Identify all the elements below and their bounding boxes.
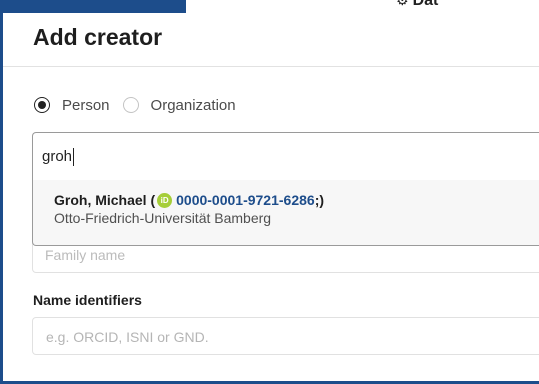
orcid-icon: iD xyxy=(157,192,173,208)
gear-icon: ⚙ xyxy=(396,0,409,8)
suggestion-orcid-id: 0000-0001-9721-6286 xyxy=(176,192,315,208)
add-creator-modal: Add creator Person Organization groh Fam… xyxy=(3,13,539,381)
suggestion-affiliation: Otto-Friedrich-Universität Bamberg xyxy=(54,210,272,226)
creator-type-radio-group: Person Organization xyxy=(34,95,249,115)
name-identifiers-label: Name identifiers xyxy=(33,292,142,308)
creator-search-input[interactable]: groh xyxy=(32,132,539,180)
organization-radio-label[interactable]: Organization xyxy=(151,97,236,114)
person-radio-label[interactable]: Person xyxy=(62,97,110,114)
background-header: ⚙ Dat xyxy=(183,0,539,14)
search-input-value: groh xyxy=(42,148,73,165)
family-name-placeholder: Family name xyxy=(45,247,126,263)
organization-radio[interactable] xyxy=(122,97,139,113)
person-radio[interactable] xyxy=(34,97,50,113)
suggestion-name-suffix: ;) xyxy=(314,192,325,208)
background-header-title: ⚙ Dat xyxy=(396,0,438,10)
name-identifiers-placeholder: e.g. ORCID, ISNI or GND. xyxy=(46,329,209,345)
suggestion-name: Groh, Michael ( xyxy=(54,192,156,208)
search-suggestions-dropdown: Groh, Michael ( iD 0000-0001-9721-6286 ;… xyxy=(32,180,539,246)
text-cursor xyxy=(73,147,75,166)
name-identifiers-field[interactable]: e.g. ORCID, ISNI or GND. xyxy=(32,317,539,355)
suggestion-item[interactable]: Groh, Michael ( iD 0000-0001-9721-6286 ;… xyxy=(54,192,539,208)
modal-title: Add creator xyxy=(33,24,163,50)
modal-header: Add creator xyxy=(3,13,539,67)
